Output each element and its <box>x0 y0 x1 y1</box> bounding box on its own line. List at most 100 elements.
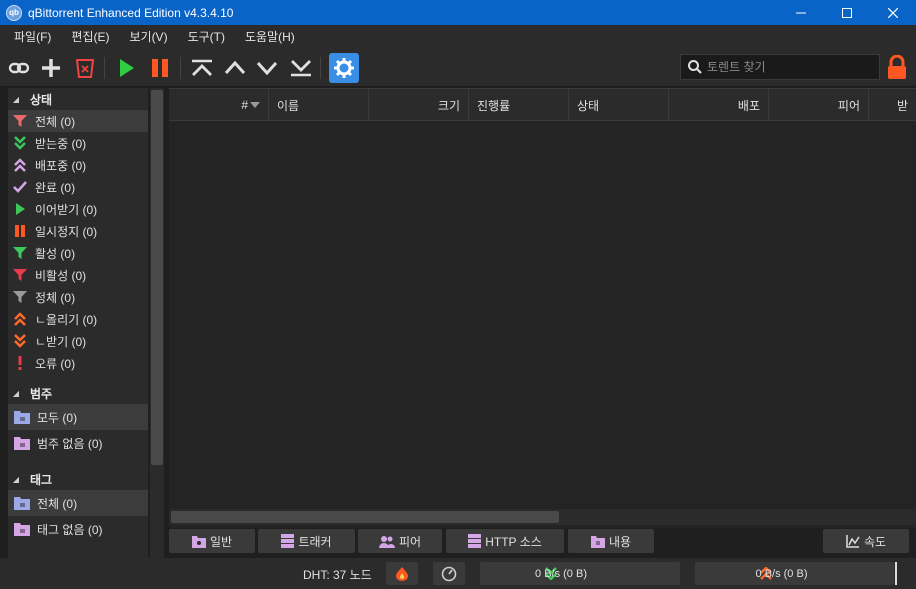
tab-general[interactable]: 일반 <box>169 529 255 553</box>
filter-label: 배포중 (0) <box>35 158 87 173</box>
table-horizontal-scrollbar[interactable] <box>169 509 916 525</box>
status-filter-completed[interactable]: 완료 (0) <box>8 176 148 198</box>
move-top-button[interactable] <box>188 54 216 82</box>
scrollbar-thumb[interactable] <box>171 511 559 523</box>
tag-header-label: 태그 <box>30 472 53 487</box>
category-all[interactable]: 모두 (0) <box>8 404 148 430</box>
search-input[interactable] <box>707 60 877 74</box>
window-controls <box>778 0 916 25</box>
tag-untagged[interactable]: 태그 없음 (0) <box>8 516 148 542</box>
collapse-triangle-icon: ◢ <box>12 474 20 484</box>
category-uncategorized[interactable]: 범주 없음 (0) <box>8 430 148 456</box>
move-top-icon <box>192 59 212 76</box>
connection-status-button[interactable] <box>386 562 418 585</box>
speed-limit-toggle[interactable] <box>433 562 465 585</box>
tab-label: 내용 <box>608 534 632 549</box>
options-button[interactable] <box>329 53 359 83</box>
tab-peers[interactable]: 피어 <box>358 529 442 553</box>
move-bottom-button[interactable] <box>287 54 315 82</box>
column-label: 이름 <box>277 98 300 113</box>
menu-view[interactable]: 보기(V) <box>119 25 177 49</box>
collapse-triangle-icon: ◢ <box>12 388 20 398</box>
close-icon <box>888 7 898 18</box>
status-filter-downloading[interactable]: 받는중 (0) <box>8 132 148 154</box>
filter-sidebar: ◢ 상태 전체 (0) 받는중 (0) 배포중 (0) 완료 (0) 이어받기 … <box>8 88 148 558</box>
status-filter-all[interactable]: 전체 (0) <box>8 110 148 132</box>
folder-icon <box>14 495 30 511</box>
info-folder-icon <box>191 535 206 548</box>
chevron-up-icon <box>224 60 246 75</box>
tab-speed[interactable]: 속도 <box>823 529 909 553</box>
menu-help[interactable]: 도움말(H) <box>235 25 305 49</box>
download-speed-status[interactable]: 0 B/s (0 B) <box>480 562 680 585</box>
filter-label: ㄴ올리기 (0) <box>35 312 98 327</box>
people-icon <box>378 535 395 548</box>
move-up-button[interactable] <box>221 54 249 82</box>
move-down-button[interactable] <box>253 54 281 82</box>
collapse-triangle-icon: ◢ <box>12 94 20 104</box>
menu-bar: 파일(F) 편집(E) 보기(V) 도구(T) 도움말(H) <box>0 25 916 49</box>
firewall-icon <box>396 566 408 581</box>
status-filter-stalled[interactable]: 정체 (0) <box>8 286 148 308</box>
column-header-peers[interactable]: 피어 <box>769 89 869 120</box>
status-filter-errored[interactable]: 오류 (0) <box>8 352 148 374</box>
status-filter-stalled-uploading[interactable]: ㄴ올리기 (0) <box>8 308 148 330</box>
menu-tools[interactable]: 도구(T) <box>178 25 235 49</box>
gear-icon <box>334 58 354 78</box>
status-filter-inactive[interactable]: 비활성 (0) <box>8 264 148 286</box>
column-header-seeds[interactable]: 배포 <box>669 89 769 120</box>
torrent-table[interactable]: # 이름 크기 진행률 상태 배포 피어 받 <box>169 88 916 528</box>
status-filter-resumed[interactable]: 이어받기 (0) <box>8 198 148 220</box>
tag-all[interactable]: 전체 (0) <box>8 490 148 516</box>
filter-label: 비활성 (0) <box>35 268 87 283</box>
status-filter-stalled-downloading[interactable]: ㄴ받기 (0) <box>8 330 148 352</box>
scrollbar-thumb[interactable] <box>151 90 163 465</box>
column-header-number[interactable]: # <box>169 89 269 120</box>
column-header-progress[interactable]: 진행률 <box>469 89 569 120</box>
column-header-download-speed[interactable]: 받 <box>869 89 916 120</box>
link-icon <box>8 62 30 74</box>
chevron-down-icon <box>256 61 278 76</box>
folder-icon <box>14 435 30 451</box>
toolbar-separator <box>104 57 105 79</box>
minimize-button[interactable] <box>778 0 824 25</box>
toolbar <box>0 49 916 87</box>
sidebar-scrollbar[interactable] <box>150 88 164 558</box>
menu-file[interactable]: 파일(F) <box>4 25 61 49</box>
tab-content[interactable]: 내용 <box>568 529 654 553</box>
tab-http-sources[interactable]: HTTP 소스 <box>446 529 564 553</box>
tag-group-header[interactable]: ◢ 태그 <box>8 468 148 490</box>
add-link-button[interactable] <box>5 54 33 82</box>
pause-icon <box>12 223 28 239</box>
resume-button[interactable] <box>112 54 140 82</box>
maximize-button[interactable] <box>824 0 870 25</box>
upload-speed-status[interactable]: 0 B/s (0 B) <box>695 562 894 585</box>
category-group-header[interactable]: ◢ 범주 <box>8 382 148 404</box>
status-filter-paused[interactable]: 일시정지 (0) <box>8 220 148 242</box>
lock-button[interactable] <box>884 54 910 82</box>
menu-edit[interactable]: 편집(E) <box>61 25 119 49</box>
play-icon <box>12 201 28 217</box>
tab-label: 피어 <box>398 534 422 549</box>
column-header-name[interactable]: 이름 <box>269 89 369 120</box>
column-label: 피어 <box>837 98 860 113</box>
column-header-status[interactable]: 상태 <box>569 89 669 120</box>
upload-speed-label: 0 B/s (0 B) <box>755 567 808 580</box>
status-filter-seeding[interactable]: 배포중 (0) <box>8 154 148 176</box>
filter-label: 일시정지 (0) <box>35 224 98 239</box>
status-filter-active[interactable]: 활성 (0) <box>8 242 148 264</box>
add-torrent-button[interactable] <box>37 54 65 82</box>
tab-trackers[interactable]: 트래커 <box>258 529 355 553</box>
delete-button[interactable] <box>71 54 99 82</box>
close-button[interactable] <box>870 0 916 25</box>
filter-green-icon <box>12 245 28 261</box>
tab-label: HTTP 소스 <box>485 534 542 549</box>
category-label: 범주 없음 (0) <box>37 436 103 451</box>
filter-label: ㄴ받기 (0) <box>35 334 87 349</box>
status-group-header[interactable]: ◢ 상태 <box>8 88 148 110</box>
column-header-size[interactable]: 크기 <box>369 89 469 120</box>
search-field[interactable] <box>680 54 880 80</box>
folder-icon <box>590 535 605 548</box>
category-header-label: 범주 <box>30 386 53 401</box>
pause-button[interactable] <box>146 54 174 82</box>
